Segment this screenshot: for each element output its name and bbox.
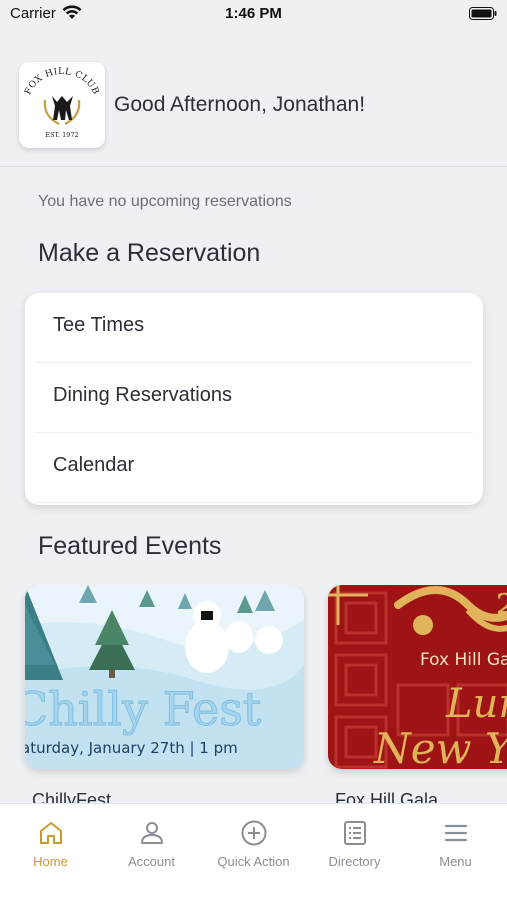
tab-menu[interactable]: Menu [405,804,506,900]
calendar-label: Calendar [53,454,135,476]
tee-times-label: Tee Times [53,314,145,336]
divider [35,502,473,503]
chillyfest-banner-date: aturday, January 27th | 1 pm [25,739,238,757]
home-icon [40,822,62,844]
tee-times-item[interactable]: Tee Times [25,293,483,363]
chillyfest-banner: Chilly Fest aturday, January 27th | 1 pm [25,585,304,769]
tab-account[interactable]: Account [101,804,202,900]
gala-banner-script-1: Luna [445,681,507,727]
tab-home[interactable]: Home [0,804,101,900]
svg-text:FOX HILL CLUB: FOX HILL CLUB [23,67,100,96]
directory-icon [344,821,366,845]
tab-quick-action[interactable]: Quick Action [203,804,304,900]
tab-bar: Home Account Quick Action Directory Menu [0,803,507,900]
tab-directory-label: Directory [328,854,381,869]
calendar-item[interactable]: Calendar [25,433,483,503]
tab-menu-label: Menu [439,854,472,869]
tab-directory[interactable]: Directory [304,804,405,900]
dining-reservations-item[interactable]: Dining Reservations [25,363,483,433]
club-logo: FOX HILL CLUB EST. 1972 [19,62,105,148]
tab-quick-action-label: Quick Action [217,854,290,869]
status-time: 1:46 PM [225,5,282,22]
home-screen: Carrier 1:46 PM FOX HILL CLUB EST. 1972 [0,0,507,900]
make-reservation-title: Make a Reservation [38,239,261,267]
tab-account-label: Account [128,854,175,869]
battery-icon [469,7,497,20]
plus-circle-icon [241,820,267,846]
status-bar: Carrier 1:46 PM [0,0,507,30]
gala-banner-script-2: New Y [373,724,507,769]
event-card-fox-hill-gala[interactable]: 20 Fox Hill Ga Luna New Y [328,585,507,769]
event-card-chillyfest[interactable]: Chilly Fest aturday, January 27th | 1 pm [25,585,304,769]
dining-reservations-label: Dining Reservations [53,384,232,406]
greeting: Good Afternoon, Jonathan! [114,93,366,116]
chillyfest-banner-title: Chilly Fest [25,682,262,736]
logo-est-text: EST. 1972 [45,131,78,139]
gala-banner-year: 20 [496,588,507,623]
tab-home-label: Home [33,854,68,869]
reservation-card: Tee Times Dining Reservations Calendar [25,293,483,505]
no-reservations-message: You have no upcoming reservations [38,193,292,210]
featured-events-title: Featured Events [38,532,222,560]
account-icon [141,822,163,844]
header: FOX HILL CLUB EST. 1972 Good Afternoon, … [0,40,507,167]
gala-banner: 20 Fox Hill Ga Luna New Y [328,585,507,769]
events-carousel[interactable]: Chilly Fest aturday, January 27th | 1 pm… [0,585,507,805]
menu-icon [444,824,468,842]
gala-banner-title: Fox Hill Ga [420,650,507,670]
logo-arc-text: FOX HILL CLUB [23,67,100,96]
